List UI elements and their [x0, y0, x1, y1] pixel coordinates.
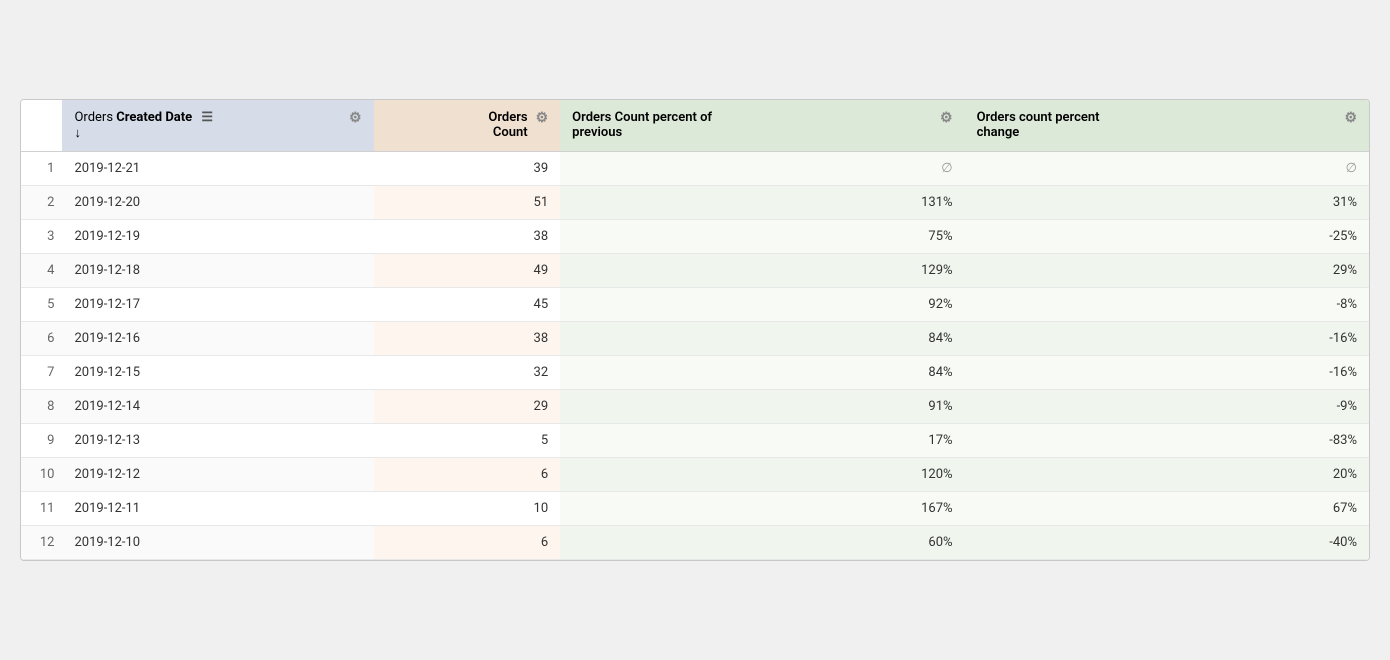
null-value: ∅ — [941, 161, 952, 176]
percent-of-cell: 129% — [560, 254, 964, 288]
row-number: 10 — [21, 458, 62, 492]
count-cell: 32 — [374, 356, 561, 390]
percent-change-cell: -16% — [965, 322, 1369, 356]
null-value: ∅ — [1346, 161, 1357, 176]
percent-of-header-title: Orders Count percent ofprevious — [572, 110, 932, 140]
table-row: 112019-12-1110167%67% — [21, 492, 1369, 526]
filter-icon[interactable]: ☰ — [201, 110, 213, 125]
percent-of-cell: 92% — [560, 288, 964, 322]
count-header-title: OrdersCount — [386, 110, 528, 140]
row-number: 4 — [21, 254, 62, 288]
count-cell: 5 — [374, 424, 561, 458]
date-cell: 2019-12-12 — [62, 458, 373, 492]
count-cell: 6 — [374, 458, 561, 492]
percent-of-cell: 84% — [560, 322, 964, 356]
count-cell: 29 — [374, 390, 561, 424]
count-cell: 45 — [374, 288, 561, 322]
row-number: 6 — [21, 322, 62, 356]
date-cell: 2019-12-10 — [62, 526, 373, 560]
sort-indicator: ↓ — [74, 126, 81, 141]
count-cell: 49 — [374, 254, 561, 288]
table-header-row: Orders Created Date ☰ ↓ ⚙ OrdersCount ⚙ — [21, 100, 1369, 152]
count-cell: 39 — [374, 152, 561, 186]
table-row: 22019-12-2051131%31% — [21, 186, 1369, 220]
percent-change-gear-icon[interactable]: ⚙ — [1344, 110, 1357, 126]
percent-change-cell: -25% — [965, 220, 1369, 254]
count-cell: 38 — [374, 220, 561, 254]
row-number: 12 — [21, 526, 62, 560]
date-cell: 2019-12-19 — [62, 220, 373, 254]
row-number: 5 — [21, 288, 62, 322]
percent-change-header-title: Orders count percentchange — [977, 110, 1337, 140]
percent-of-cell: 84% — [560, 356, 964, 390]
percent-change-cell: -83% — [965, 424, 1369, 458]
date-header-title: Orders Created Date ☰ ↓ — [74, 110, 341, 141]
percent-of-cell: 75% — [560, 220, 964, 254]
percent-change-cell: 20% — [965, 458, 1369, 492]
percent-change-cell: -8% — [965, 288, 1369, 322]
percent-change-cell: 67% — [965, 492, 1369, 526]
date-header-label-prefix: Orders — [74, 110, 116, 125]
date-cell: 2019-12-20 — [62, 186, 373, 220]
table-row: 122019-12-10660%-40% — [21, 526, 1369, 560]
row-number: 7 — [21, 356, 62, 390]
percent-of-cell: 120% — [560, 458, 964, 492]
data-table: Orders Created Date ☰ ↓ ⚙ OrdersCount ⚙ — [20, 99, 1370, 561]
percent-change-cell: ∅ — [965, 152, 1369, 186]
date-cell: 2019-12-17 — [62, 288, 373, 322]
date-gear-icon[interactable]: ⚙ — [349, 110, 362, 126]
percent-of-column-header: Orders Count percent ofprevious ⚙ — [560, 100, 964, 152]
percent-change-cell: -40% — [965, 526, 1369, 560]
date-cell: 2019-12-13 — [62, 424, 373, 458]
table-row: 42019-12-1849129%29% — [21, 254, 1369, 288]
percent-of-gear-icon[interactable]: ⚙ — [940, 110, 953, 126]
percent-change-cell: 31% — [965, 186, 1369, 220]
percent-of-cell: 60% — [560, 526, 964, 560]
count-cell: 51 — [374, 186, 561, 220]
percent-of-cell: 91% — [560, 390, 964, 424]
percent-change-column-header: Orders count percentchange ⚙ — [965, 100, 1369, 152]
count-cell: 6 — [374, 526, 561, 560]
count-cell: 10 — [374, 492, 561, 526]
date-header-label-bold: Created Date — [116, 110, 192, 125]
percent-change-cell: 29% — [965, 254, 1369, 288]
row-number: 2 — [21, 186, 62, 220]
table-row: 52019-12-174592%-8% — [21, 288, 1369, 322]
date-cell: 2019-12-15 — [62, 356, 373, 390]
table-row: 102019-12-126120%20% — [21, 458, 1369, 492]
count-column-header: OrdersCount ⚙ — [374, 100, 561, 152]
date-column-header: Orders Created Date ☰ ↓ ⚙ — [62, 100, 373, 152]
table-row: 72019-12-153284%-16% — [21, 356, 1369, 390]
date-cell: 2019-12-21 — [62, 152, 373, 186]
date-cell: 2019-12-18 — [62, 254, 373, 288]
table-row: 32019-12-193875%-25% — [21, 220, 1369, 254]
table-row: 12019-12-2139 ∅ ∅ — [21, 152, 1369, 186]
row-number: 1 — [21, 152, 62, 186]
date-cell: 2019-12-16 — [62, 322, 373, 356]
row-number: 11 — [21, 492, 62, 526]
percent-of-cell: 17% — [560, 424, 964, 458]
table-row: 62019-12-163884%-16% — [21, 322, 1369, 356]
table-row: 82019-12-142991%-9% — [21, 390, 1369, 424]
table-row: 92019-12-13517%-83% — [21, 424, 1369, 458]
row-number: 9 — [21, 424, 62, 458]
count-cell: 38 — [374, 322, 561, 356]
percent-change-cell: -9% — [965, 390, 1369, 424]
date-cell: 2019-12-14 — [62, 390, 373, 424]
row-number: 3 — [21, 220, 62, 254]
count-gear-icon[interactable]: ⚙ — [536, 110, 549, 126]
percent-change-cell: -16% — [965, 356, 1369, 390]
percent-of-cell: 131% — [560, 186, 964, 220]
percent-of-cell: 167% — [560, 492, 964, 526]
percent-of-cell: ∅ — [560, 152, 964, 186]
row-num-header — [21, 100, 62, 152]
row-number: 8 — [21, 390, 62, 424]
date-cell: 2019-12-11 — [62, 492, 373, 526]
